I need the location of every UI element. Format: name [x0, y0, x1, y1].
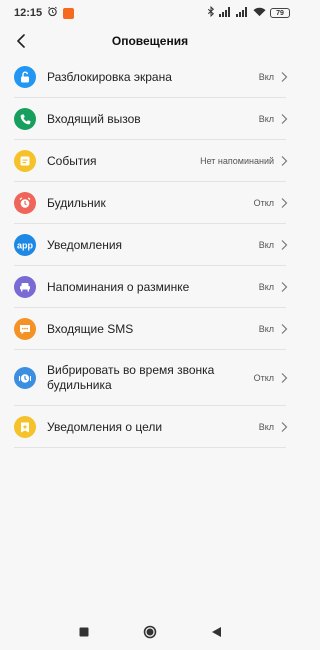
- chevron-right-icon: [281, 72, 288, 82]
- chair-icon: [14, 276, 36, 298]
- setting-value: Вкл: [258, 282, 274, 292]
- setting-value: Нет напоминаний: [200, 156, 274, 166]
- chevron-right-icon: [281, 282, 288, 292]
- recents-button[interactable]: [75, 623, 93, 641]
- status-right: 79: [207, 5, 290, 20]
- setting-row-alarm[interactable]: Будильник Откл: [0, 182, 300, 224]
- setting-row-unlock-screen[interactable]: Разблокировка экрана Вкл: [0, 56, 300, 98]
- back-arrow-icon: [17, 34, 25, 48]
- phone-icon: [14, 108, 36, 130]
- signal-icon: [236, 6, 249, 20]
- setting-value: Вкл: [258, 72, 274, 82]
- setting-label: Напоминания о разминке: [47, 279, 190, 294]
- setting-row-notifications[interactable]: app Уведомления Вкл: [0, 224, 300, 266]
- chevron-right-icon: [281, 373, 288, 383]
- sms-icon: [14, 318, 36, 340]
- alarm-clock-icon: [14, 192, 36, 214]
- back-button[interactable]: [10, 30, 32, 52]
- setting-row-incoming-call[interactable]: Входящий вызов Вкл: [0, 98, 300, 140]
- chevron-right-icon: [281, 198, 288, 208]
- back-nav-button[interactable]: [207, 623, 225, 641]
- setting-row-incoming-sms[interactable]: Входящие SMS Вкл: [0, 308, 300, 350]
- setting-label: Уведомления о цели: [47, 419, 163, 434]
- setting-value: Откл: [253, 373, 274, 383]
- setting-label: Уведомления: [47, 237, 123, 252]
- setting-row-warmup-reminders[interactable]: Напоминания о разминке Вкл: [0, 266, 300, 308]
- setting-label: Будильник: [47, 195, 106, 210]
- status-bar: 12:15 79: [0, 0, 300, 26]
- status-left: 12:15: [14, 6, 75, 20]
- setting-row-vibrate-alarm[interactable]: Вибрировать во время звонка будильника О…: [0, 350, 300, 406]
- divider: [14, 447, 286, 448]
- bluetooth-icon: [207, 5, 215, 20]
- back-icon: [211, 627, 221, 637]
- calendar-icon: [14, 150, 36, 172]
- chevron-right-icon: [281, 240, 288, 250]
- chevron-right-icon: [281, 156, 288, 166]
- chevron-right-icon: [281, 114, 288, 124]
- setting-label: Входящий вызов: [47, 111, 141, 126]
- home-button[interactable]: [141, 623, 159, 641]
- setting-value: Откл: [253, 198, 274, 208]
- setting-value: Вкл: [258, 114, 274, 124]
- signal-icon: [219, 6, 232, 20]
- setting-label: Вибрировать во время звонка будильника: [47, 363, 215, 392]
- chevron-right-icon: [281, 422, 288, 432]
- setting-label: Входящие SMS: [47, 321, 134, 336]
- status-time: 12:15: [14, 7, 43, 19]
- wifi-icon: [253, 7, 266, 20]
- header: Оповещения: [0, 26, 300, 56]
- notifications-screen: 12:15 79 Оповещения Разблокировка экрана…: [0, 0, 300, 650]
- svg-text:app: app: [17, 241, 34, 251]
- goal-icon: [14, 416, 36, 438]
- alarm-icon: [47, 6, 58, 20]
- app-icon: app: [14, 234, 36, 256]
- recents-icon: [79, 627, 89, 637]
- setting-row-events[interactable]: События Нет напоминаний: [0, 140, 300, 182]
- settings-list: Разблокировка экрана Вкл Входящий вызов …: [0, 56, 300, 448]
- setting-value: Вкл: [258, 422, 274, 432]
- notification-badge-icon: [63, 7, 75, 19]
- setting-value: Вкл: [258, 324, 274, 334]
- setting-label: События: [47, 153, 97, 168]
- alarm-vibrate-icon: [14, 367, 36, 389]
- battery-icon: 79: [270, 8, 290, 18]
- home-icon: [143, 625, 157, 639]
- chevron-right-icon: [281, 324, 288, 334]
- setting-value: Вкл: [258, 240, 274, 250]
- unlock-icon: [14, 66, 36, 88]
- setting-row-goal-notifications[interactable]: Уведомления о цели Вкл: [0, 406, 300, 448]
- setting-label: Разблокировка экрана: [47, 69, 172, 84]
- battery-level: 79: [276, 9, 284, 17]
- navigation-bar: [0, 614, 300, 650]
- page-title: Оповещения: [111, 34, 189, 48]
